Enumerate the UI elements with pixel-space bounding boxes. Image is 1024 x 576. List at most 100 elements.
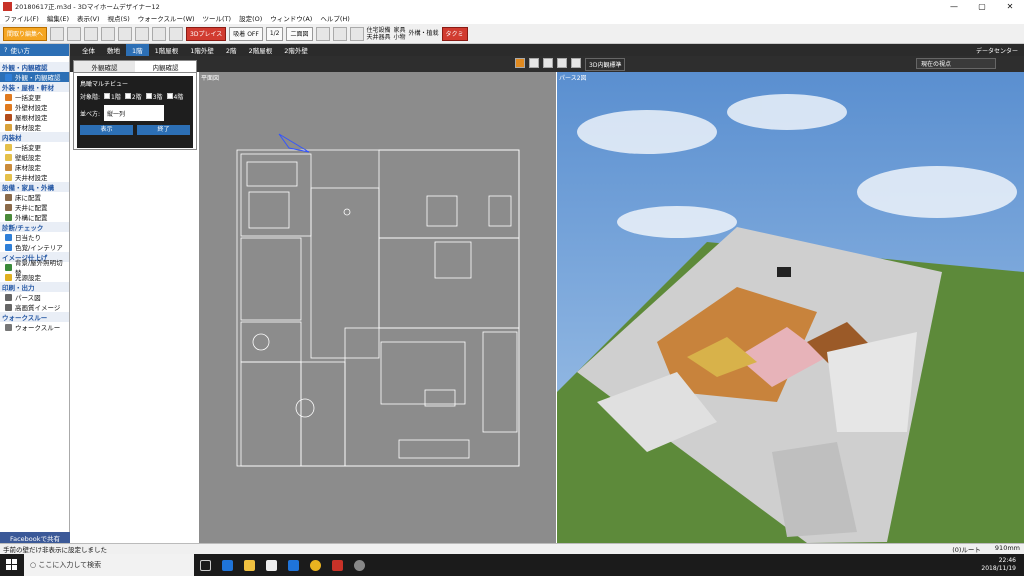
tab-all[interactable]: 全体 <box>76 44 101 56</box>
store-icon[interactable] <box>260 554 282 576</box>
3d-view-select[interactable]: 3D内観標準 <box>585 58 626 71</box>
explorer-icon[interactable] <box>238 554 260 576</box>
undo-icon[interactable] <box>84 26 99 41</box>
mail-icon[interactable] <box>282 554 304 576</box>
camera-icon[interactable] <box>332 26 347 41</box>
menu-walkthrough[interactable]: ウォークスルー(W) <box>138 13 195 23</box>
taskbar-search-input[interactable]: ○ ここに入力して検索 <box>24 554 194 576</box>
tab-interior[interactable]: 内観確認 <box>135 61 196 72</box>
arrange-label: 並べ方: <box>80 110 101 118</box>
floor-3-checkbox[interactable]: 3階 <box>145 92 163 101</box>
sidebar-item[interactable]: 軒材設定 <box>0 122 69 132</box>
sidebar-item[interactable]: 高画質イメージ <box>0 302 69 312</box>
sidebar-item[interactable]: 外構に配置 <box>0 212 69 222</box>
delete-icon[interactable] <box>118 26 133 41</box>
snap-toggle[interactable]: 吸着 OFF <box>229 26 263 41</box>
house-icon[interactable] <box>315 26 330 41</box>
maximize-button[interactable]: ▢ <box>968 2 996 11</box>
sidebar-item[interactable]: 背景/屋外照明切替 <box>0 259 69 277</box>
facebook-share-button[interactable]: Facebookで共有 <box>0 532 70 543</box>
item-icon <box>5 213 12 221</box>
show-button[interactable]: 表示 <box>80 125 133 135</box>
tab-2f[interactable]: 2階 <box>220 44 243 56</box>
menu-viewpoint[interactable]: 視点(S) <box>108 13 130 23</box>
checks-group-b[interactable]: 家具 小物 <box>394 27 406 41</box>
item-icon <box>5 73 12 81</box>
close-dialog-button[interactable]: 終了 <box>137 125 190 135</box>
walk-icon[interactable] <box>571 58 581 68</box>
help-button[interactable]: ? 使い方 <box>0 44 69 56</box>
edit-floorplan-button[interactable]: 間取り編集へ <box>3 26 48 41</box>
taskbar: ○ ここに入力して検索 22:46 2018/11/19 <box>0 554 1024 576</box>
print-icon[interactable] <box>169 26 184 41</box>
menu-view[interactable]: 表示(V) <box>77 13 100 23</box>
sidebar-item[interactable]: 外壁材設定 <box>0 102 69 112</box>
view-mode-select[interactable]: 二面図 <box>286 26 313 41</box>
menu-settings[interactable]: 設定(O) <box>239 13 262 23</box>
move-icon[interactable] <box>67 26 82 41</box>
menu-edit[interactable]: 編集(E) <box>47 13 69 23</box>
sidebar-item[interactable]: 壁紙設定 <box>0 152 69 162</box>
sidebar-item[interactable]: 外観・内観確認 <box>0 72 69 82</box>
takumi-button[interactable]: タクミ <box>441 26 468 41</box>
menu-tools[interactable]: ツール(T) <box>203 13 232 23</box>
floor-1-checkbox[interactable]: 1階 <box>104 92 121 101</box>
viewpoint-select[interactable]: 現在の視点 <box>916 58 996 69</box>
rotate-icon[interactable] <box>557 58 567 68</box>
menu-file[interactable]: ファイル(F) <box>4 13 39 23</box>
sidebar-item[interactable]: 天井に配置 <box>0 202 69 212</box>
layer-icon[interactable] <box>349 26 364 41</box>
sidebar-item[interactable]: パース図 <box>0 292 69 302</box>
data-center-link[interactable]: データセンター <box>970 44 1024 56</box>
sidebar-item[interactable]: ウォークスルー <box>0 322 69 332</box>
scale-select[interactable]: 1/2 <box>265 26 284 41</box>
task-view-icon[interactable] <box>194 554 216 576</box>
redo-icon[interactable] <box>101 26 116 41</box>
perspective-view[interactable]: パース2図 <box>557 72 1024 543</box>
target-floor-label: 対象階: <box>80 94 101 101</box>
tab-2f-wall[interactable]: 2階外壁 <box>278 44 314 56</box>
tab-1f[interactable]: 1階 <box>126 44 149 56</box>
sidebar-item[interactable]: 一括変更 <box>0 142 69 152</box>
tab-site[interactable]: 敷地 <box>101 44 126 56</box>
sidebar-item[interactable]: 天井材設定 <box>0 172 69 182</box>
minimize-button[interactable]: — <box>940 2 968 11</box>
sidebar-item[interactable]: 屋根材設定 <box>0 112 69 122</box>
checks-group-c[interactable]: 外構・植栽 <box>409 30 439 37</box>
sidebar-item[interactable]: 一括変更 <box>0 92 69 102</box>
save-icon[interactable] <box>152 26 167 41</box>
floor-2-checkbox[interactable]: 2階 <box>124 92 142 101</box>
view-dialog: 外観確認 内観確認 鳥瞰マルチビュー 対象階: 1階 2階 3階 4階 並べ方:… <box>73 60 197 150</box>
item-icon <box>5 263 12 271</box>
sidebar-item[interactable]: 床材設定 <box>0 162 69 172</box>
menu-window[interactable]: ウィンドウ(A) <box>270 13 312 23</box>
tab-1f-roof[interactable]: 1階屋根 <box>149 44 185 56</box>
sidebar-item[interactable]: 日当たり <box>0 232 69 242</box>
edge-icon[interactable] <box>216 554 238 576</box>
select-icon[interactable] <box>50 26 65 41</box>
close-button[interactable]: ✕ <box>996 2 1024 11</box>
item-icon <box>5 103 12 111</box>
zoom-in-icon[interactable] <box>529 58 539 68</box>
plan-view[interactable]: 平面図 <box>199 72 556 543</box>
windows-start-icon[interactable] <box>0 554 24 576</box>
item-icon <box>5 293 12 301</box>
tab-1f-wall[interactable]: 1階外壁 <box>184 44 220 56</box>
tab-exterior[interactable]: 外観確認 <box>74 61 135 72</box>
app-3d-icon[interactable] <box>326 554 348 576</box>
zoom-out-icon[interactable] <box>543 58 553 68</box>
tab-2f-roof[interactable]: 2階屋根 <box>243 44 279 56</box>
menu-help[interactable]: ヘルプ(H) <box>320 13 349 23</box>
checks-group-a[interactable]: 住宅設備 天井器具 <box>367 27 391 41</box>
floor-tabs: 全体 敷地 1階 1階屋根 1階外壁 2階 2階屋根 2階外壁 データセンター <box>70 44 1024 56</box>
sidebar-item[interactable]: 床に配置 <box>0 192 69 202</box>
chrome-icon[interactable] <box>304 554 326 576</box>
sidebar-item[interactable]: 色覚/インテリア <box>0 242 69 252</box>
taskbar-clock[interactable]: 22:46 2018/11/19 <box>981 557 1024 573</box>
app-extra-icon[interactable] <box>348 554 370 576</box>
floor-4-checkbox[interactable]: 4階 <box>166 92 183 101</box>
arrange-select[interactable]: 縦一列 <box>104 105 165 121</box>
3d-place-button[interactable]: 3Dプレイス <box>186 26 227 41</box>
pan-icon[interactable] <box>515 58 525 68</box>
copy-icon[interactable] <box>135 26 150 41</box>
